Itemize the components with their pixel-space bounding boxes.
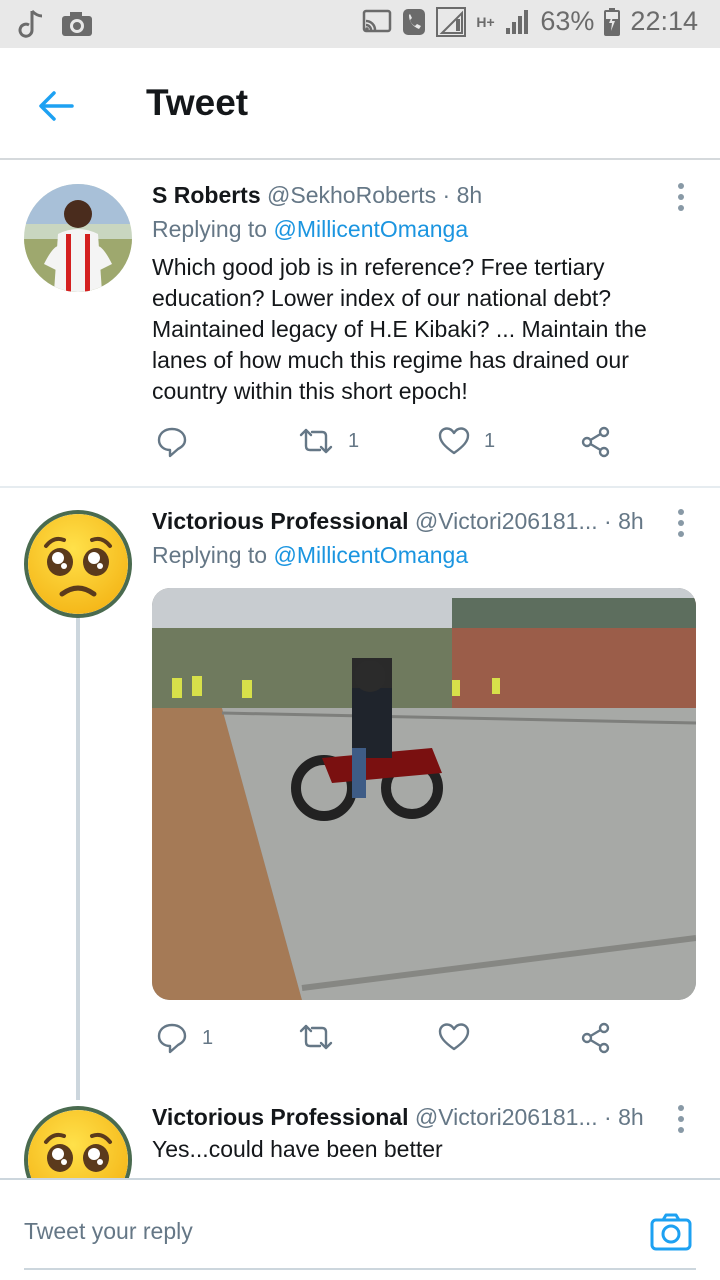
retweet-button[interactable] <box>298 1022 348 1052</box>
more-options-icon[interactable] <box>676 1104 686 1134</box>
tweet-image[interactable] <box>152 588 696 1000</box>
share-icon <box>580 1022 612 1054</box>
replying-prefix: Replying to <box>152 542 268 568</box>
mention-link[interactable]: @MillicentOmanga <box>273 216 468 242</box>
tweet-text: Yes...could have been better <box>152 1136 443 1162</box>
clock: 22:14 <box>630 6 698 36</box>
reply-button[interactable] <box>156 426 202 458</box>
display-name[interactable]: Victorious Professional <box>152 508 408 534</box>
reply-button[interactable]: 1 <box>156 1022 213 1054</box>
heart-icon <box>438 1022 470 1052</box>
tweet-header: Victorious Professional @Victori206181..… <box>152 508 644 535</box>
tweet-actions: 1 1 <box>152 426 622 466</box>
music-note-icon <box>18 8 44 40</box>
avatar[interactable] <box>24 184 132 292</box>
tweet-2[interactable]: Victorious Professional @Victori206181..… <box>0 488 720 1098</box>
retweet-button[interactable]: 1 <box>298 426 359 456</box>
battery-percent: 63% <box>540 6 595 36</box>
avatar[interactable] <box>24 510 132 618</box>
tweet-header: Victorious Professional @Victori206181..… <box>152 1104 644 1131</box>
retweet-icon <box>298 1022 334 1052</box>
call-icon <box>402 8 426 36</box>
page-title: Tweet <box>146 82 249 123</box>
tweet-header: S Roberts @SekhoRoberts · 8h <box>152 182 482 209</box>
tweet-1[interactable]: S Roberts @SekhoRoberts · 8h Replying to… <box>0 162 720 486</box>
retweet-count: 1 <box>348 429 360 452</box>
cast-icon <box>362 9 392 35</box>
reply-input[interactable]: Tweet your reply <box>24 1218 193 1245</box>
handle[interactable]: @Victori206181... <box>415 508 598 534</box>
share-icon <box>580 426 612 458</box>
replying-prefix: Replying to <box>152 216 268 242</box>
tweet-text: Which good job is in reference? Free ter… <box>152 254 647 404</box>
reply-count: 1 <box>202 1026 214 1049</box>
retweet-icon <box>298 426 334 456</box>
tweet-actions: 1 <box>152 1022 622 1062</box>
signal-icon-2 <box>504 8 530 36</box>
replying-to: Replying to @MillicentOmanga <box>152 542 468 569</box>
handle[interactable]: @SekhoRoberts <box>267 182 436 208</box>
reply-icon <box>156 1022 188 1054</box>
mention-link[interactable]: @MillicentOmanga <box>273 542 468 568</box>
reply-icon <box>156 426 188 458</box>
avatar[interactable] <box>24 1106 132 1178</box>
share-button[interactable] <box>580 426 612 458</box>
status-bar: H+ 63% 22:14 <box>0 0 720 48</box>
signal-icon <box>436 6 467 37</box>
camera-icon <box>60 10 94 38</box>
arrow-left-icon[interactable] <box>34 86 78 126</box>
timestamp: · 8h <box>604 508 644 534</box>
handle[interactable]: @Victori206181... <box>415 1104 598 1130</box>
app-bar: Tweet <box>0 48 720 160</box>
network-type: H+ <box>476 13 495 30</box>
heart-icon <box>438 426 470 456</box>
more-options-icon[interactable] <box>676 508 686 538</box>
more-options-icon[interactable] <box>676 182 686 212</box>
camera-icon[interactable] <box>650 1212 692 1252</box>
timestamp: · 8h <box>604 1104 644 1130</box>
timestamp: · 8h <box>442 182 483 208</box>
display-name[interactable]: S Roberts <box>152 182 261 208</box>
tweet-3[interactable]: Victorious Professional @Victori206181..… <box>0 1084 720 1178</box>
replying-to: Replying to @MillicentOmanga <box>152 216 468 243</box>
like-button[interactable] <box>438 1022 484 1052</box>
like-button[interactable]: 1 <box>438 426 495 456</box>
like-count: 1 <box>484 429 496 452</box>
share-button[interactable] <box>580 1022 612 1054</box>
display-name[interactable]: Victorious Professional <box>152 1104 408 1130</box>
reply-input-underline <box>24 1268 696 1270</box>
reply-bar: Tweet your reply <box>0 1178 720 1280</box>
battery-icon <box>604 7 621 36</box>
